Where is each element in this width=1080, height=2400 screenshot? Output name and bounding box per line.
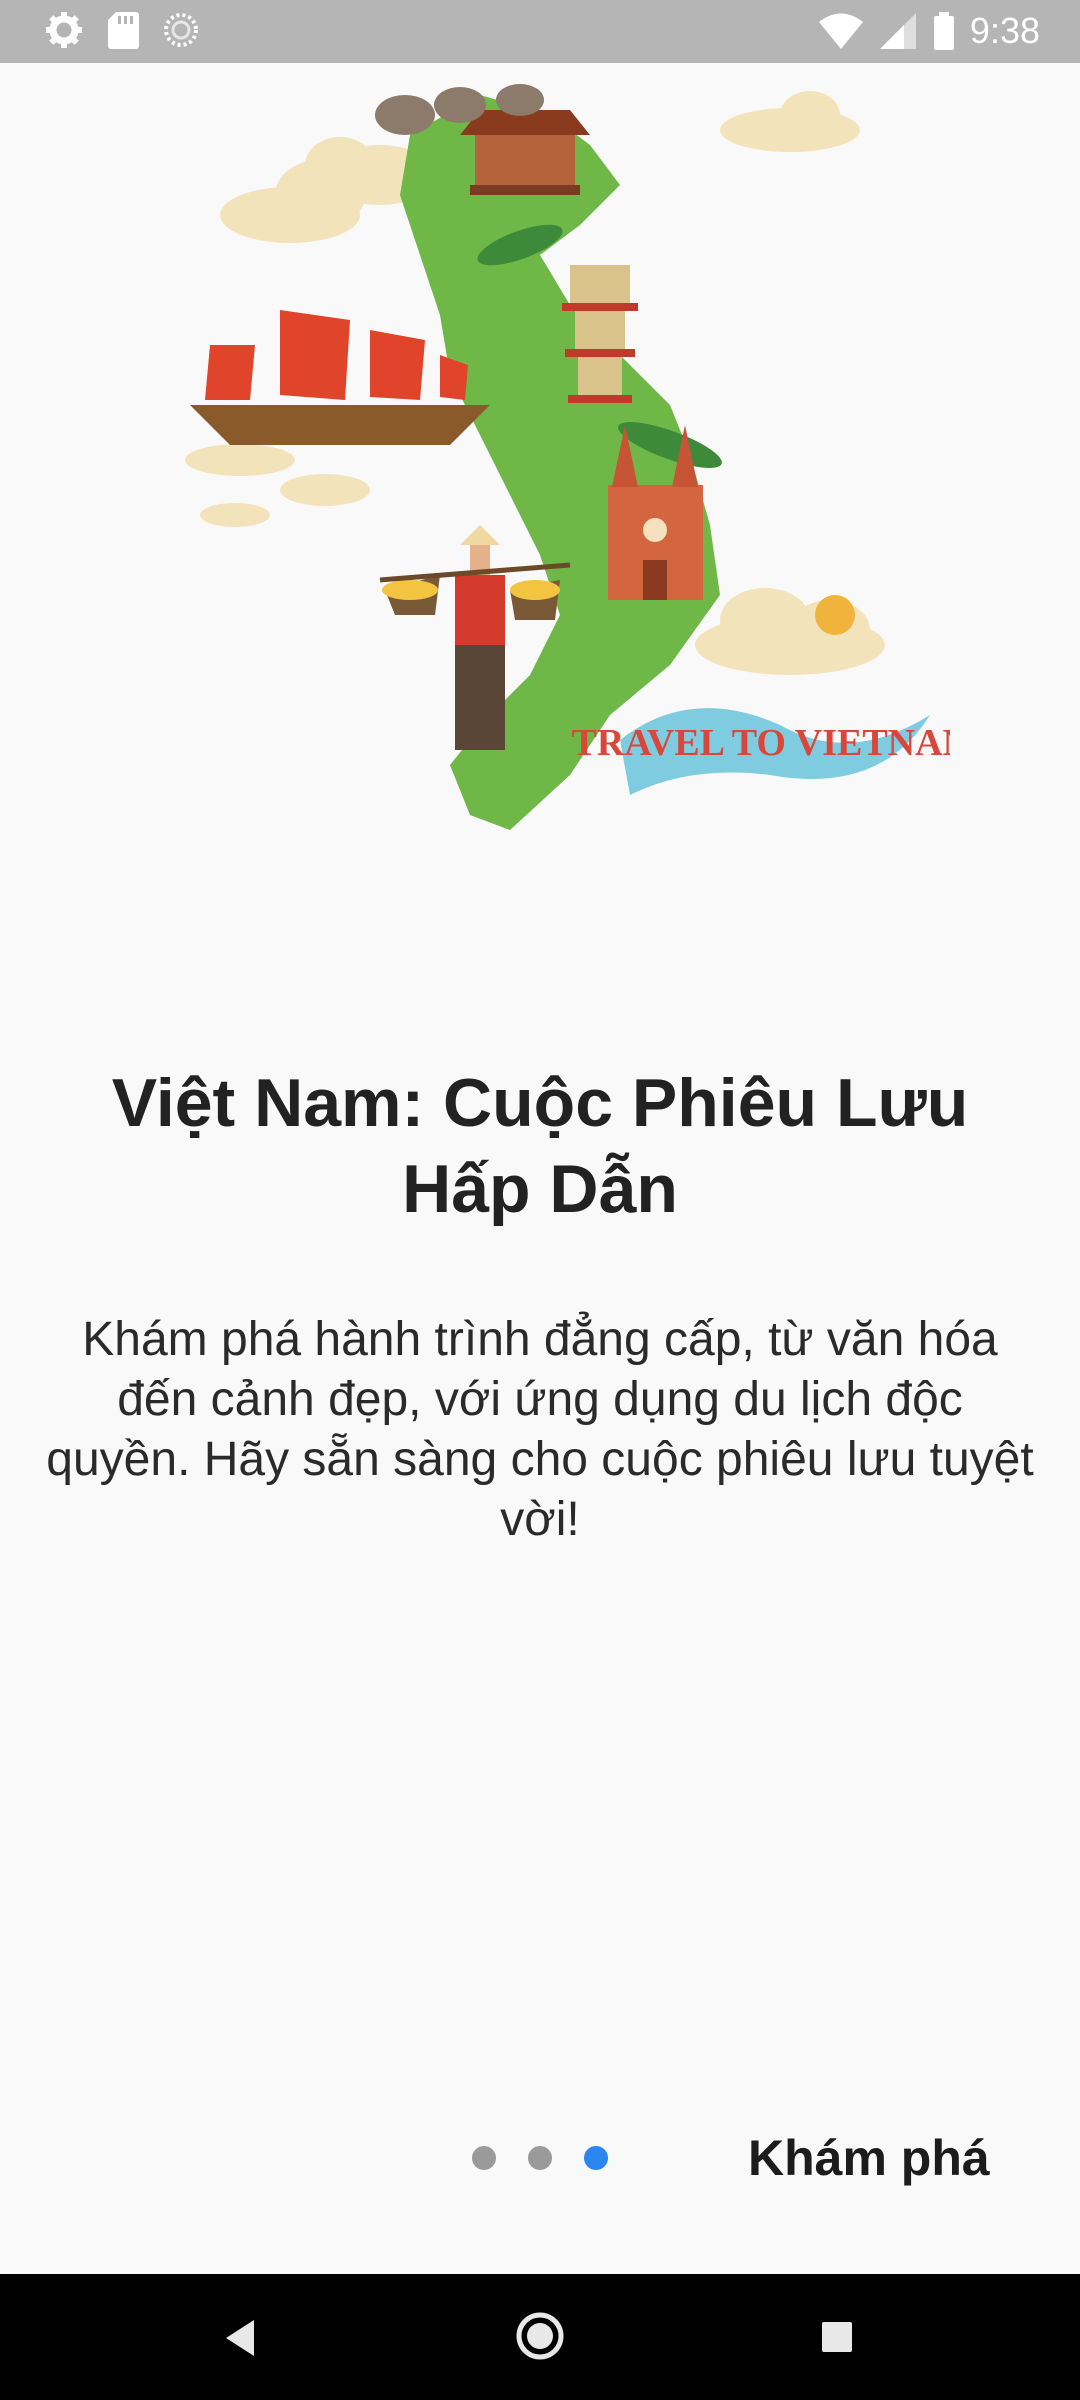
page-dot-3-active[interactable]	[584, 2146, 608, 2170]
sun-icon	[815, 595, 855, 635]
page-indicator	[472, 2146, 608, 2170]
navigation-bar	[0, 2274, 1080, 2400]
recents-icon[interactable]	[820, 2320, 854, 2354]
explore-button[interactable]: Khám phá	[748, 2128, 990, 2188]
page-dot-1[interactable]	[472, 2146, 496, 2170]
status-time: 9:38	[969, 10, 1040, 51]
loading-icon	[164, 13, 198, 47]
wifi-icon	[818, 13, 863, 49]
status-right-icons: 9:38	[818, 8, 1040, 54]
onboarding-title: Việt Nam: Cuộc Phiêu Lưu Hấp Dẫn	[111, 1065, 969, 1227]
status-left-icons	[44, 10, 200, 50]
onboarding-description: Khám phá hành trình đẳng cấp, từ văn hóa…	[46, 1313, 1034, 1546]
travel-banner-text: TRAVEL TO VIETNAM	[572, 722, 950, 764]
home-icon[interactable]	[515, 2311, 565, 2361]
status-bar: 9:38	[0, 0, 1080, 63]
back-icon[interactable]	[222, 2318, 258, 2358]
gear-icon	[46, 12, 82, 48]
sd-card-icon	[108, 12, 139, 49]
battery-icon	[933, 12, 954, 50]
travel-banner: TRAVEL TO VIETNAM	[572, 708, 950, 795]
page-dot-2[interactable]	[528, 2146, 552, 2170]
temple-shape	[460, 110, 590, 195]
vietnam-travel-illustration: TRAVEL TO VIETNAM	[185, 84, 950, 830]
signal-icon	[879, 13, 916, 49]
